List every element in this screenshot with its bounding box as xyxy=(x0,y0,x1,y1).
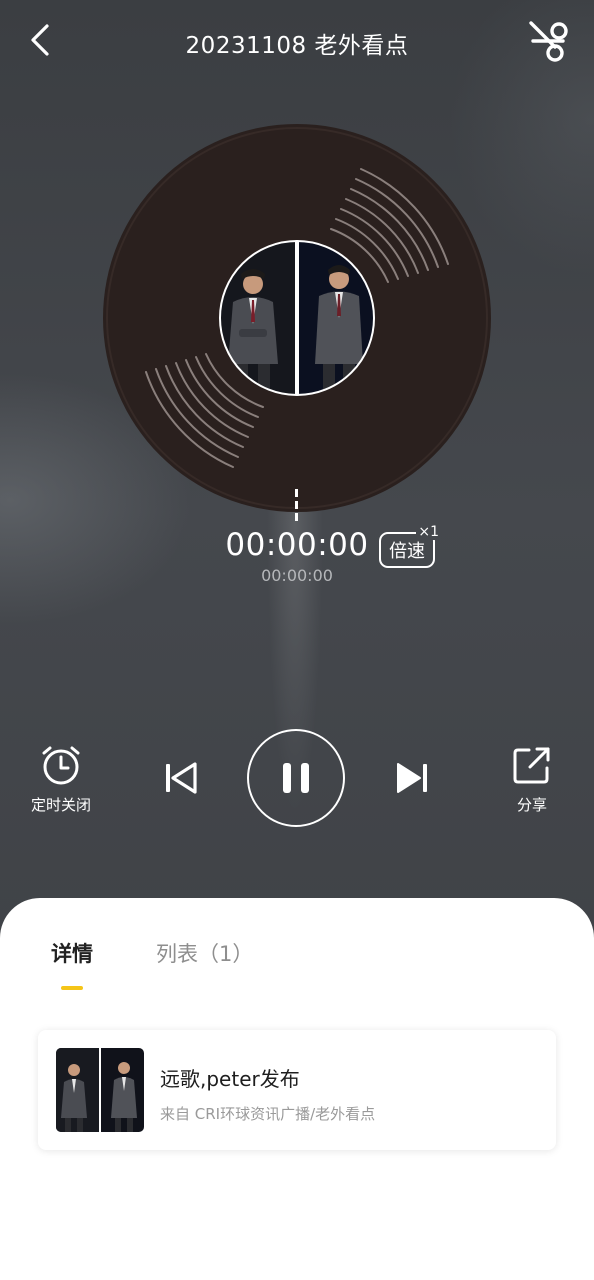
header: 20231108 老外看点 xyxy=(0,0,594,84)
tab-indicator xyxy=(61,986,83,990)
sleep-timer-label: 定时关闭 xyxy=(30,796,91,814)
scissors-icon xyxy=(529,21,568,62)
page-title: 20231108 老外看点 xyxy=(185,33,409,59)
episode-source: 来自 CRI环球资讯广播/老外看点 xyxy=(160,1105,376,1123)
current-time: 00:00:00 xyxy=(225,527,369,563)
vinyl-record xyxy=(103,124,491,512)
needle-indicator xyxy=(295,489,298,521)
episode-title: 远歌,peter发布 xyxy=(160,1067,300,1091)
episode-thumbnail xyxy=(56,1048,144,1132)
total-time: 00:00:00 xyxy=(261,566,333,585)
share-button[interactable]: 分享 xyxy=(494,744,570,815)
clip-button[interactable] xyxy=(522,14,574,66)
skip-next-icon xyxy=(397,763,427,793)
tab-list[interactable]: 列表（1） xyxy=(156,938,253,968)
tab-details[interactable]: 详情 xyxy=(51,938,93,968)
share-icon xyxy=(513,747,550,784)
next-button[interactable] xyxy=(390,756,434,800)
pause-icon xyxy=(283,763,309,793)
previous-button[interactable] xyxy=(159,756,203,800)
episode-card[interactable]: 远歌,peter发布 来自 CRI环球资讯广播/老外看点 xyxy=(38,1030,556,1150)
alarm-clock-icon xyxy=(42,746,80,785)
speed-button[interactable]: 倍速 ×1 xyxy=(377,524,441,574)
pause-button[interactable] xyxy=(247,729,345,827)
share-label: 分享 xyxy=(516,796,547,814)
sleep-timer-button[interactable]: 定时关闭 xyxy=(22,744,100,815)
bottom-sheet: 详情 列表（1） 远歌,peter发布 来自 CRI环球资讯广播/老外看点 xyxy=(0,898,594,1280)
chevron-left-icon xyxy=(31,24,49,56)
back-button[interactable] xyxy=(20,20,60,60)
speed-multiplier: ×1 xyxy=(416,524,441,540)
skip-previous-icon xyxy=(166,762,197,794)
